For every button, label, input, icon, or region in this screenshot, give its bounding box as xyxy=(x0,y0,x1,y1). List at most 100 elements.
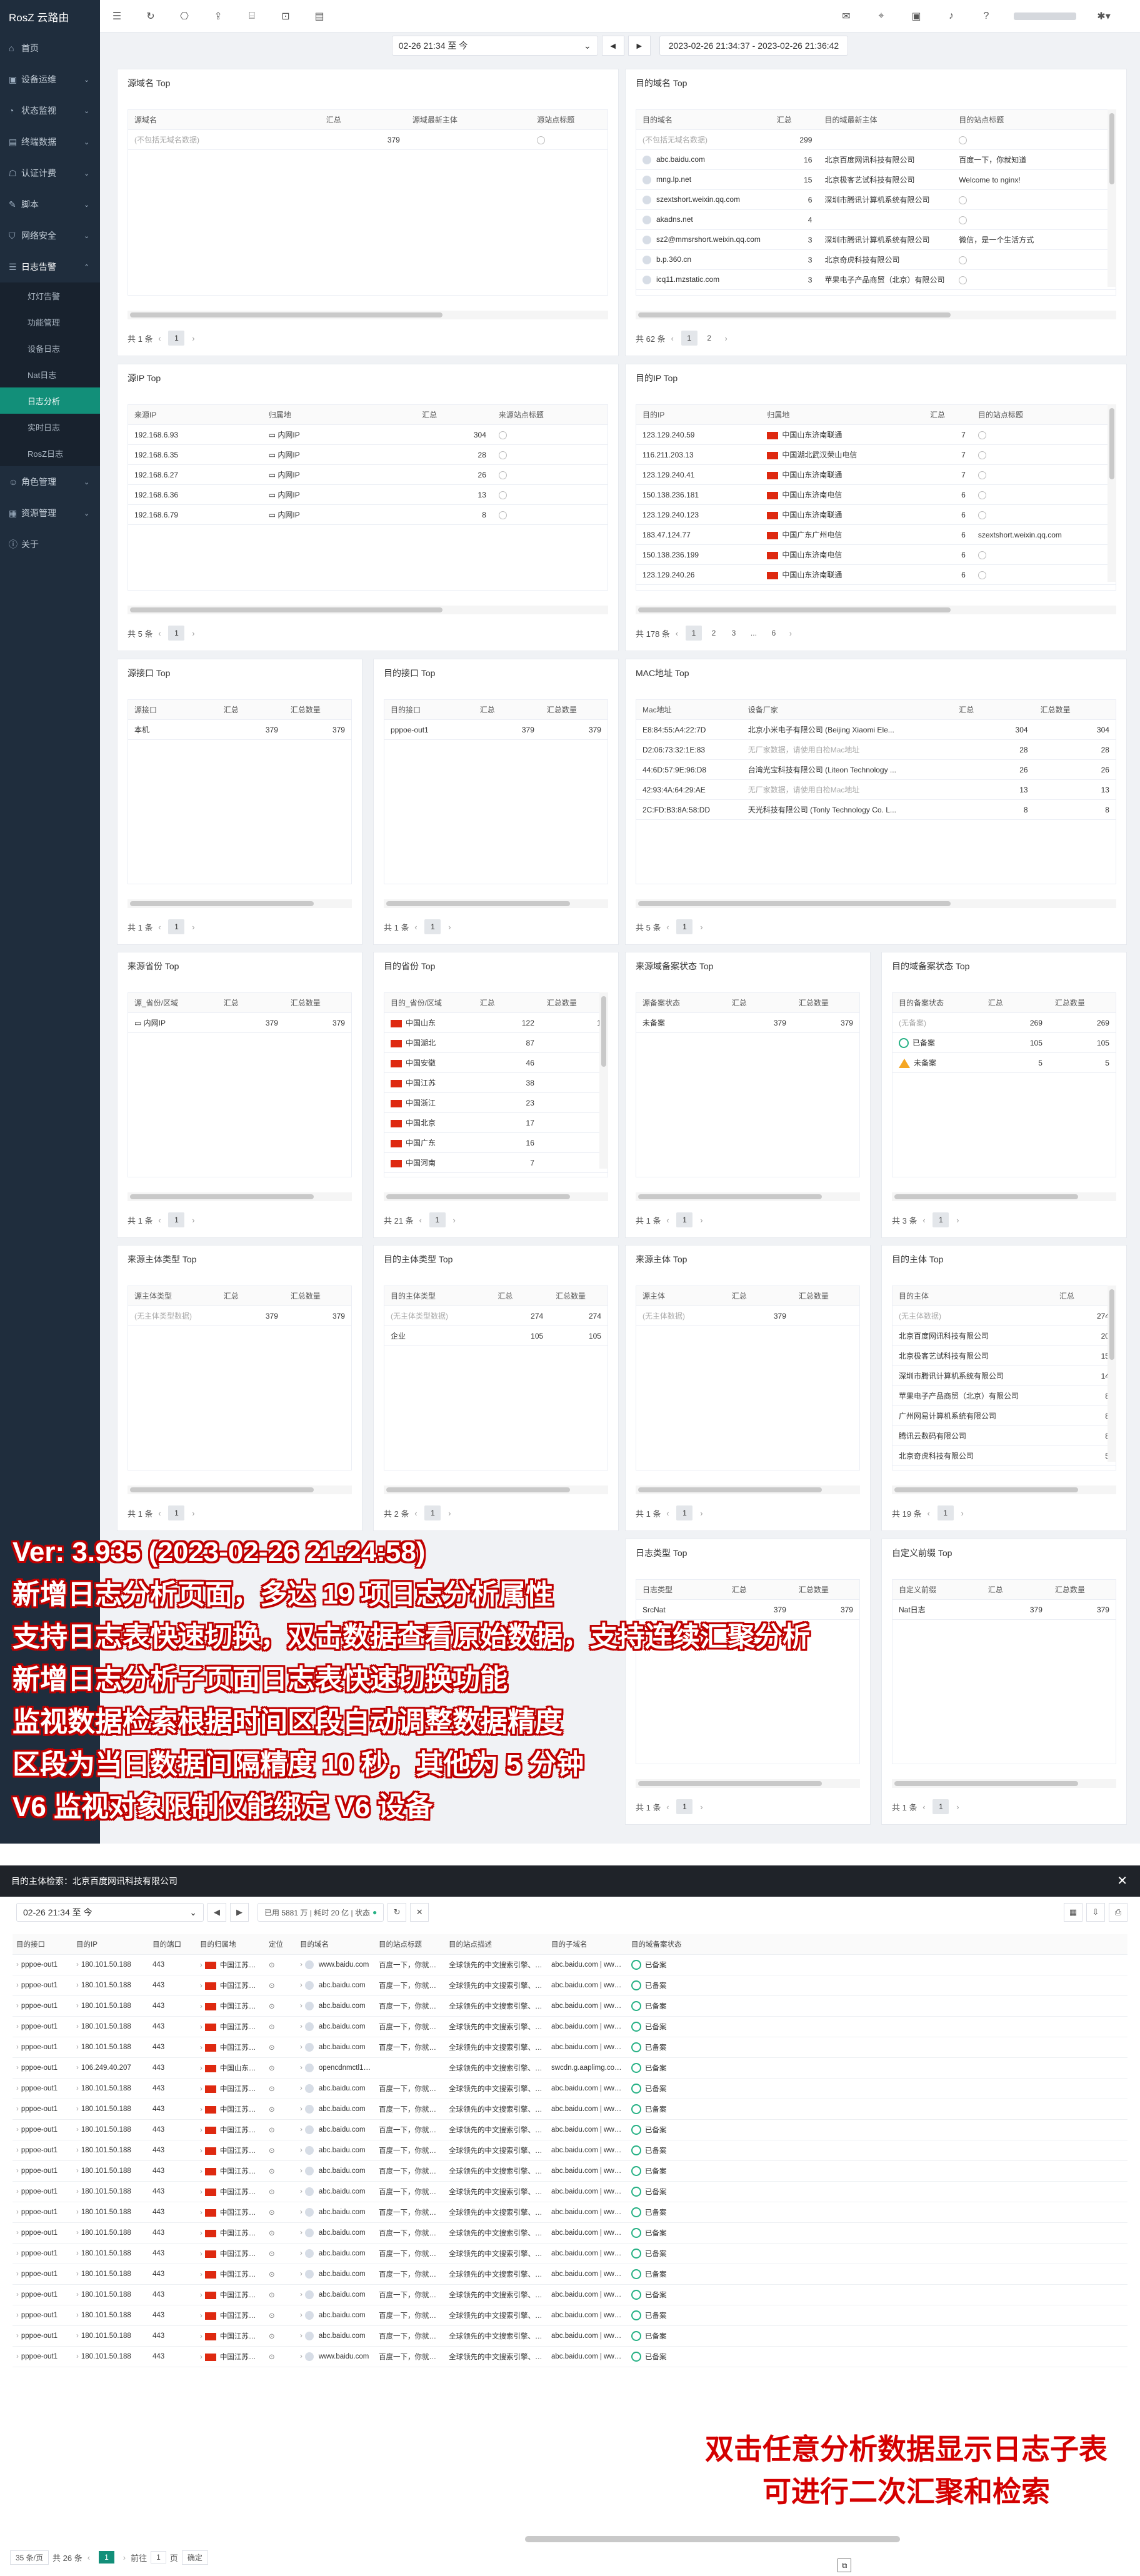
column-header[interactable]: 汇总 xyxy=(474,704,541,715)
pager-next-icon[interactable]: › xyxy=(186,922,200,932)
pager-page[interactable]: 1 xyxy=(168,1212,185,1227)
column-header[interactable]: 目的接口 xyxy=(384,704,474,715)
pager-page[interactable]: 1 xyxy=(676,1212,693,1227)
expand-icon[interactable]: › xyxy=(76,2044,79,2051)
column-header[interactable]: 汇总 xyxy=(982,1584,1049,1595)
locate-icon[interactable]: ⊙ xyxy=(269,2106,275,2114)
help-icon[interactable]: ? xyxy=(969,11,1004,22)
table-row[interactable]: www.baidu.com3北京百度网讯科技有限公司百度一下，你就知道 xyxy=(636,290,1116,295)
expand-icon[interactable]: › xyxy=(76,2126,79,2134)
column-header[interactable]: 目的主体 xyxy=(892,1290,1053,1301)
sidebar-subitem[interactable]: 设备日志 xyxy=(0,335,100,361)
pager-prev-icon[interactable]: ‹ xyxy=(661,922,674,932)
pager-next-icon[interactable]: › xyxy=(186,334,200,343)
column-header[interactable]: 汇总数量 xyxy=(792,1290,859,1301)
locate-icon[interactable]: ⊙ xyxy=(269,2024,275,2031)
pager-prev-icon[interactable]: ‹ xyxy=(661,1216,674,1225)
expand-icon[interactable]: › xyxy=(300,2188,302,2195)
expand-icon[interactable]: › xyxy=(300,2250,302,2257)
column-header[interactable]: 设备厂家 xyxy=(742,704,952,715)
table-row[interactable]: 192.168.6.79 ▭ 内网IP 8 xyxy=(128,505,608,525)
table-row[interactable]: 已备案 105 105 xyxy=(892,1033,1116,1053)
table-row[interactable]: 123.129.240.41 中国山东济南联通 7 xyxy=(636,465,1116,485)
pager-page[interactable]: 2 xyxy=(701,331,718,346)
wifi-icon[interactable]: ✱▾ xyxy=(1086,10,1121,22)
sidebar-item[interactable]: ▣ 设备运维 ⌄ xyxy=(0,64,100,95)
print-icon[interactable]: ⎙ xyxy=(1109,1903,1128,1922)
column-header[interactable]: 定位 xyxy=(265,1939,296,1949)
column-header[interactable]: 源_省份/区域 xyxy=(128,997,218,1008)
horizontal-scrollbar[interactable] xyxy=(128,311,608,319)
table-row[interactable]: 150.138.236.181 中国山东济南电信 6 xyxy=(636,485,1116,505)
scrollbar-thumb[interactable] xyxy=(130,1487,314,1492)
expand-icon[interactable]: › xyxy=(16,2270,19,2278)
expand-icon[interactable]: › xyxy=(200,2312,202,2320)
pager-page[interactable]: 1 xyxy=(429,1212,446,1227)
expand-icon[interactable]: › xyxy=(200,2106,202,2114)
table-row[interactable]: 192.168.6.36 ▭ 内网IP 13 xyxy=(128,485,608,505)
expand-icon[interactable]: › xyxy=(76,2147,79,2154)
expand-icon[interactable]: › xyxy=(300,2167,302,2175)
expand-icon[interactable]: › xyxy=(200,2085,202,2093)
pager-prev-icon[interactable]: ‹ xyxy=(409,922,422,932)
page-size-select[interactable]: 35 条/页 xyxy=(10,2550,49,2565)
table-row[interactable]: ›pppoe-out1›180.101.50.188443›中国江苏南京电信⊙›… xyxy=(12,2161,1128,2182)
expand-icon[interactable]: › xyxy=(76,2229,79,2237)
pager-next-icon[interactable]: › xyxy=(951,1802,964,1812)
expand-icon[interactable]: › xyxy=(200,2209,202,2217)
table-row[interactable]: ›pppoe-out1›180.101.50.188443›中国江苏南京电信⊙›… xyxy=(12,2140,1128,2161)
table-row[interactable]: ›pppoe-out1›180.101.50.188443›中国江苏南京电信⊙›… xyxy=(12,2202,1128,2223)
column-header[interactable]: 汇总数量 xyxy=(284,997,351,1008)
sidebar-subitem[interactable]: RosZ日志 xyxy=(0,440,100,466)
column-header[interactable]: 目的站点描述 xyxy=(445,1939,548,1949)
pager-page[interactable]: 1 xyxy=(168,626,185,641)
horizontal-scrollbar[interactable] xyxy=(892,1485,1116,1494)
column-header[interactable]: 归属地 xyxy=(761,409,924,420)
expand-icon[interactable]: › xyxy=(200,2168,202,2175)
pager-next-icon[interactable]: › xyxy=(694,922,708,932)
table-row[interactable]: ›pppoe-out1›180.101.50.188443›中国江苏南京电信⊙›… xyxy=(12,2223,1128,2244)
expand-icon[interactable]: › xyxy=(16,2312,19,2319)
column-header[interactable]: 汇总数量 xyxy=(549,1290,608,1301)
expand-icon[interactable]: › xyxy=(300,2085,302,2092)
pager-prev-icon[interactable]: ‹ xyxy=(152,629,166,638)
expand-icon[interactable]: › xyxy=(16,1982,19,1989)
table-row[interactable]: 中国安徽 46 xyxy=(384,1053,608,1073)
column-header[interactable]: 汇总数量 xyxy=(1049,997,1116,1008)
column-header[interactable]: 汇总数量 xyxy=(1049,1584,1116,1595)
table-row[interactable]: 123.129.240.116中国山东济南联通6 xyxy=(636,585,1116,590)
calendar-icon[interactable]: ▣ xyxy=(899,10,934,22)
table-row[interactable]: akadns.net 4 xyxy=(636,210,1116,230)
expand-icon[interactable]: › xyxy=(76,2353,79,2360)
table-row[interactable]: b.p.360.cn 3 北京奇虎科技有限公司 xyxy=(636,250,1116,270)
column-header[interactable]: 源域名 xyxy=(128,114,320,125)
scrollbar-thumb[interactable] xyxy=(894,1194,1079,1199)
pager-next-icon[interactable]: › xyxy=(448,1216,461,1225)
column-header[interactable]: 源主体 xyxy=(636,1290,726,1301)
expand-icon[interactable]: › xyxy=(16,2044,19,2051)
table-row[interactable]: 企业 105 105 xyxy=(384,1326,608,1346)
column-header[interactable]: 目的主体类型 xyxy=(384,1290,491,1301)
locate-icon[interactable]: ⊙ xyxy=(269,2333,275,2340)
pager-next-icon[interactable]: › xyxy=(186,1216,200,1225)
table-row[interactable]: 中国湖北 87 xyxy=(384,1033,608,1053)
table-row[interactable]: pppoe-out1 379 379 xyxy=(384,720,608,740)
horizontal-scrollbar[interactable] xyxy=(384,899,608,908)
expand-icon[interactable]: › xyxy=(200,2189,202,2196)
expand-icon[interactable]: › xyxy=(16,2126,19,2134)
table-row[interactable]: (无主体数据) 379 xyxy=(636,1306,859,1326)
horizontal-scrollbar[interactable] xyxy=(636,1192,860,1201)
locate-icon[interactable]: ⊙ xyxy=(269,2312,275,2320)
column-header[interactable]: 汇总 xyxy=(416,409,492,420)
expand-icon[interactable]: › xyxy=(16,2250,19,2257)
horizontal-scrollbar[interactable] xyxy=(636,899,1116,908)
table-row[interactable]: 192.168.6.35 ▭ 内网IP 28 xyxy=(128,445,608,465)
pager-prev-icon[interactable]: ‹ xyxy=(152,1216,166,1225)
sidebar-subitem[interactable]: 灯灯告警 xyxy=(0,282,100,309)
locate-icon[interactable]: ⊙ xyxy=(269,2250,275,2258)
next-button[interactable]: ▶ xyxy=(230,1903,249,1922)
locate-icon[interactable]: ⊙ xyxy=(269,2003,275,2010)
expand-icon[interactable]: › xyxy=(200,2024,202,2031)
vertical-scrollbar[interactable] xyxy=(599,992,608,1169)
pager-prev-icon[interactable]: ‹ xyxy=(414,1216,428,1225)
